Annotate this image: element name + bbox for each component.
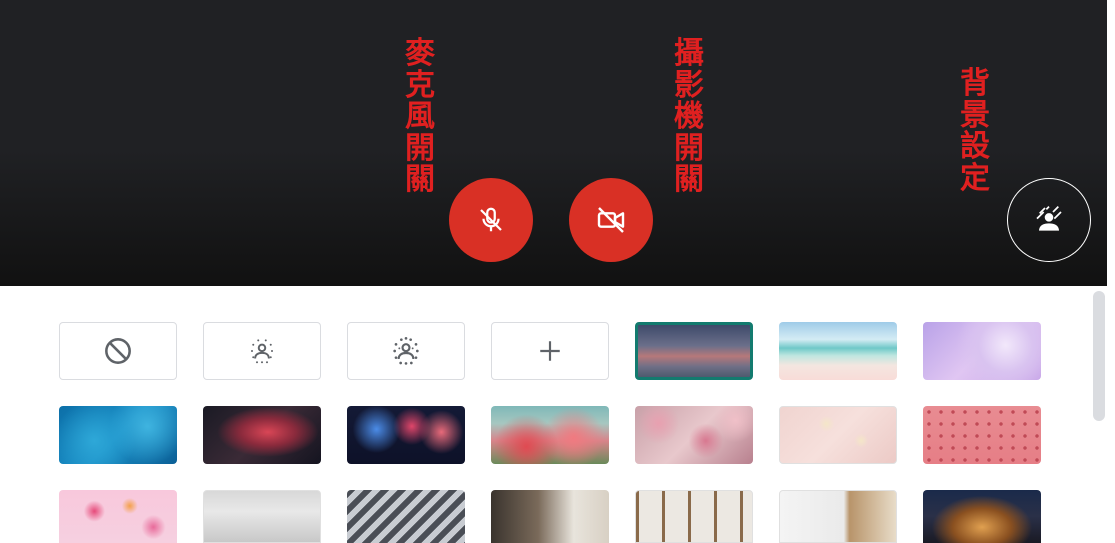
mic-off-icon [480, 207, 502, 232]
background-living-room-option[interactable] [779, 490, 897, 543]
camera-preview [0, 0, 1107, 286]
background-roses-option[interactable] [635, 406, 753, 464]
background-water-option[interactable] [59, 406, 177, 464]
background-confetti-option[interactable] [59, 490, 177, 543]
add-background-option[interactable] [491, 322, 609, 380]
mic-toggle-button[interactable] [449, 178, 533, 262]
background-pattern-option[interactable] [923, 406, 1041, 464]
slight-blur-icon [251, 339, 273, 364]
background-bookshelf-option[interactable] [635, 490, 753, 543]
background-office-option[interactable] [203, 490, 321, 543]
no-effect-icon [105, 338, 131, 364]
background-flowers-option[interactable] [491, 406, 609, 464]
add-icon [540, 341, 560, 361]
blur-icon [393, 337, 419, 365]
background-sunset-option[interactable] [635, 322, 753, 380]
window-edge [1107, 0, 1115, 543]
no-effect-option[interactable] [59, 322, 177, 380]
background-stairs-option[interactable] [347, 490, 465, 543]
slight-blur-option[interactable] [203, 322, 321, 380]
camera-toggle-button[interactable] [569, 178, 653, 262]
blur-option[interactable] [347, 322, 465, 380]
background-clouds-option[interactable] [923, 322, 1041, 380]
background-settings-button[interactable] [1007, 178, 1091, 262]
background-fireworks-option[interactable] [347, 406, 465, 464]
background-replace-icon [1036, 206, 1062, 231]
background-annotation: 背景設定 [960, 66, 990, 196]
mic-annotation: 麥克風開關 [405, 36, 435, 197]
background-beach-option[interactable] [779, 322, 897, 380]
camera-annotation: 攝影機開關 [674, 36, 704, 197]
background-nebula-option[interactable] [203, 406, 321, 464]
videocam-off-icon [597, 207, 625, 233]
background-cabin-option[interactable] [923, 490, 1041, 543]
background-bokeh-option[interactable] [779, 406, 897, 464]
scrollbar[interactable] [1093, 291, 1105, 421]
background-room-option[interactable] [491, 490, 609, 543]
